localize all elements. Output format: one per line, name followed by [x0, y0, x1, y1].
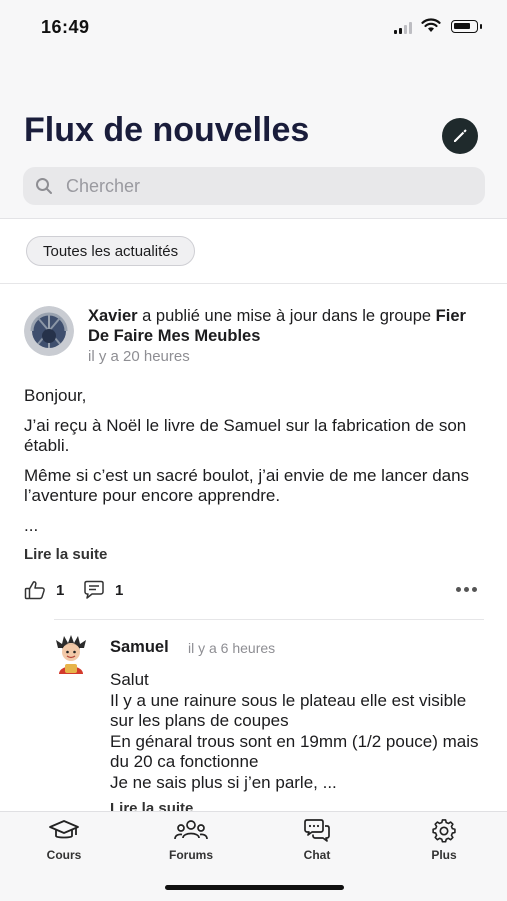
- post-author[interactable]: Xavier: [88, 307, 138, 325]
- tab-label: Chat: [303, 848, 331, 862]
- search-icon: [36, 178, 52, 194]
- comment-body: Salut Il y a une rainure sous le plateau…: [110, 670, 490, 793]
- comment-icon: [84, 580, 104, 599]
- comment-line: En génaral trous sont en 19mm (1/2 pouce…: [110, 731, 479, 772]
- tab-label: Cours: [46, 848, 82, 862]
- battery-tip: [480, 24, 482, 29]
- cellular-signal-icon: [394, 22, 412, 34]
- post-paragraph: Même si c’est un sacré boulot, j’ai envi…: [24, 466, 470, 505]
- post-timestamp: il y a 20 heures: [88, 348, 190, 365]
- comment-avatar[interactable]: [52, 634, 90, 676]
- header: 16:49 Flux de nouvelles: [0, 0, 507, 218]
- avatar[interactable]: [24, 306, 74, 356]
- comment-timestamp: il y a 6 heures: [188, 640, 276, 656]
- like-button[interactable]: 1: [24, 580, 64, 600]
- comment-divider: [54, 619, 484, 620]
- page-title: Flux de nouvelles: [24, 111, 310, 149]
- post-body: Bonjour, J’ai reçu à Noël le livre de Sa…: [24, 386, 494, 546]
- post-header: Xavier a publié une mise à jour dans le …: [88, 306, 488, 346]
- comment-line: Il y a une rainure sous le plateau elle …: [110, 690, 467, 731]
- comment-line: Je ne sais plus si j’en parle, ...: [110, 772, 337, 792]
- search-input[interactable]: [66, 173, 466, 199]
- tab-plus[interactable]: Plus: [399, 818, 489, 862]
- tab-cours[interactable]: Cours: [19, 818, 109, 862]
- chat-bubbles-icon: [304, 819, 330, 842]
- wifi-icon: [421, 18, 441, 32]
- dot: [456, 587, 461, 592]
- post-paragraph: J’ai reçu à Noël le livre de Samuel sur …: [24, 416, 467, 455]
- comment-author[interactable]: Samuel: [110, 638, 169, 657]
- post-paragraph: ...: [24, 516, 39, 535]
- comment-avatar-image: [56, 635, 86, 674]
- tab-label: Forums: [168, 848, 213, 862]
- filter-all-news[interactable]: Toutes les actualités: [26, 236, 196, 266]
- like-count: 1: [56, 581, 65, 599]
- users-icon: [174, 820, 208, 840]
- comment-button[interactable]: 1: [83, 580, 123, 600]
- status-time: 16:49: [41, 17, 90, 37]
- graduation-cap-icon: [49, 820, 79, 839]
- search-bar[interactable]: [23, 167, 485, 205]
- compose-button[interactable]: [442, 118, 478, 154]
- avatar-image: [24, 306, 74, 356]
- comment-line: Salut: [110, 670, 149, 689]
- dot: [472, 587, 477, 592]
- more-options-button[interactable]: [456, 587, 477, 592]
- post-read-more-link[interactable]: Lire la suite: [24, 546, 107, 563]
- battery-icon: [451, 20, 478, 33]
- comment-count: 1: [115, 581, 124, 599]
- home-indicator[interactable]: [165, 885, 344, 890]
- thumbs-up-icon: [24, 581, 45, 600]
- post-action-text: a publié une mise à jour dans le groupe: [137, 307, 436, 325]
- post-paragraph: Bonjour,: [24, 386, 87, 405]
- tab-label: Plus: [431, 848, 457, 862]
- gear-icon: [432, 819, 456, 843]
- status-bar: 16:49: [0, 0, 507, 54]
- pencil-icon: [454, 129, 467, 142]
- filter-divider: [0, 283, 507, 284]
- header-divider: [0, 218, 507, 219]
- tab-chat[interactable]: Chat: [272, 818, 362, 862]
- tab-forums[interactable]: Forums: [146, 818, 236, 862]
- dot: [464, 587, 469, 592]
